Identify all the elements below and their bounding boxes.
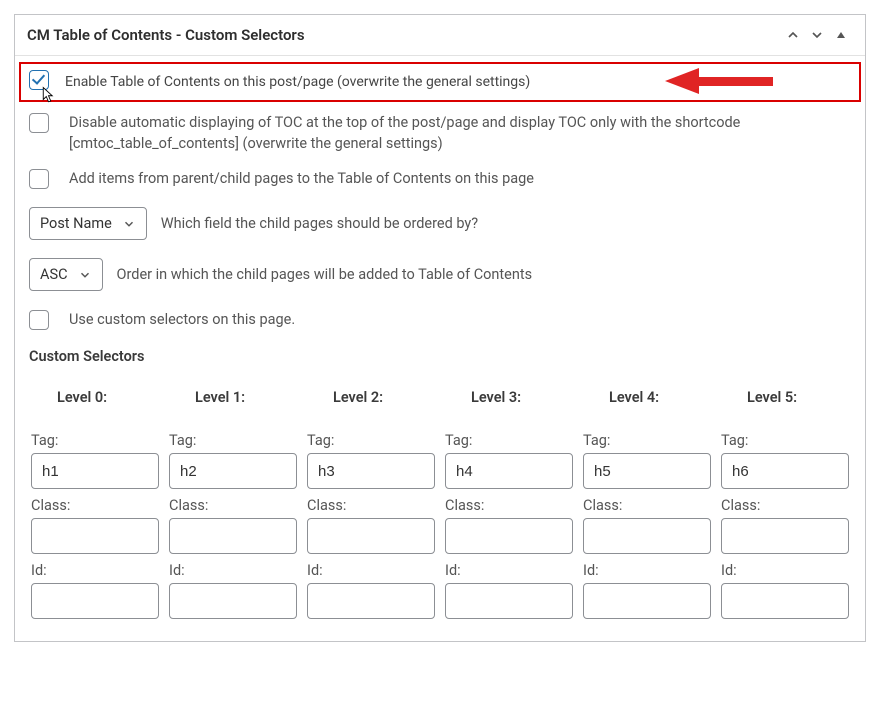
- panel-body: Enable Table of Contents on this post/pa…: [15, 56, 865, 641]
- chevron-down-icon: [78, 268, 92, 282]
- level-class-cell: Class:: [721, 489, 849, 554]
- id-label: Id:: [307, 562, 435, 579]
- class-input[interactable]: [583, 518, 711, 554]
- class-input[interactable]: [721, 518, 849, 554]
- class-label: Class:: [169, 497, 297, 514]
- disable-auto-checkbox[interactable]: [29, 113, 49, 133]
- level-id-cell: Id:: [31, 554, 159, 619]
- level-header: Level 0:: [31, 389, 159, 406]
- custom-selectors-title: Custom Selectors: [29, 348, 851, 365]
- panel-title: CM Table of Contents - Custom Selectors: [27, 26, 781, 44]
- level-tag-cell: Tag:: [583, 432, 711, 489]
- move-down-icon[interactable]: [805, 23, 829, 47]
- level-class-cell: Class:: [445, 489, 573, 554]
- collapse-icon[interactable]: [829, 23, 853, 47]
- level-class-cell: Class:: [307, 489, 435, 554]
- level-id-cell: Id:: [721, 554, 849, 619]
- id-input[interactable]: [307, 583, 435, 619]
- level-id-cell: Id:: [307, 554, 435, 619]
- level-tag-cell: Tag:: [307, 432, 435, 489]
- level-tag-cell: Tag:: [445, 432, 573, 489]
- level-class-cell: Class:: [31, 489, 159, 554]
- level-id-cell: Id:: [583, 554, 711, 619]
- tag-input[interactable]: [307, 453, 435, 489]
- panel-header: CM Table of Contents - Custom Selectors: [15, 15, 865, 56]
- annotation-arrow-icon: [665, 66, 775, 100]
- chevron-down-icon: [122, 217, 136, 231]
- tag-label: Tag:: [721, 432, 849, 449]
- level-tag-cell: Tag:: [31, 432, 159, 489]
- id-input[interactable]: [31, 583, 159, 619]
- class-label: Class:: [583, 497, 711, 514]
- level-header: Level 2:: [307, 389, 435, 406]
- level-id-cell: Id:: [169, 554, 297, 619]
- tag-label: Tag:: [445, 432, 573, 449]
- id-label: Id:: [583, 562, 711, 579]
- add-children-checkbox[interactable]: [29, 169, 49, 189]
- enable-toc-checkbox[interactable]: [29, 70, 49, 90]
- tag-label: Tag:: [31, 432, 159, 449]
- class-input[interactable]: [445, 518, 573, 554]
- id-input[interactable]: [721, 583, 849, 619]
- level-tag-cell: Tag:: [721, 432, 849, 489]
- order-direction-select[interactable]: ASC: [29, 258, 103, 291]
- class-input[interactable]: [169, 518, 297, 554]
- order-field-desc: Which field the child pages should be or…: [161, 215, 478, 232]
- add-children-label: Add items from parent/child pages to the…: [53, 168, 851, 189]
- class-input[interactable]: [307, 518, 435, 554]
- level-header: Level 1:: [169, 389, 297, 406]
- order-field-value: Post Name: [40, 215, 112, 232]
- class-label: Class:: [307, 497, 435, 514]
- class-input[interactable]: [31, 518, 159, 554]
- toc-settings-panel: CM Table of Contents - Custom Selectors …: [14, 14, 866, 642]
- level-header: Level 4:: [583, 389, 711, 406]
- level-class-cell: Class:: [169, 489, 297, 554]
- order-direction-value: ASC: [40, 266, 68, 283]
- id-input[interactable]: [169, 583, 297, 619]
- id-label: Id:: [445, 562, 573, 579]
- tag-input[interactable]: [445, 453, 573, 489]
- level-header: Level 3:: [445, 389, 573, 406]
- tag-input[interactable]: [169, 453, 297, 489]
- class-label: Class:: [31, 497, 159, 514]
- level-tag-cell: Tag:: [169, 432, 297, 489]
- tag-label: Tag:: [583, 432, 711, 449]
- level-header: Level 5:: [721, 389, 849, 406]
- id-input[interactable]: [583, 583, 711, 619]
- tag-input[interactable]: [583, 453, 711, 489]
- id-label: Id:: [31, 562, 159, 579]
- use-custom-label: Use custom selectors on this page.: [53, 309, 851, 330]
- use-custom-checkbox[interactable]: [29, 310, 49, 330]
- order-field-select[interactable]: Post Name: [29, 207, 147, 240]
- class-label: Class:: [445, 497, 573, 514]
- level-class-cell: Class:: [583, 489, 711, 554]
- levels-grid: Level 0: Level 1: Level 2: Level 3: Level 4:…: [29, 389, 851, 619]
- enable-toc-label: Enable Table of Contents on this post/pa…: [49, 74, 530, 90]
- tag-input[interactable]: [31, 453, 159, 489]
- id-label: Id:: [721, 562, 849, 579]
- tag-input[interactable]: [721, 453, 849, 489]
- id-input[interactable]: [445, 583, 573, 619]
- tag-label: Tag:: [307, 432, 435, 449]
- order-direction-desc: Order in which the child pages will be a…: [117, 266, 533, 283]
- tag-label: Tag:: [169, 432, 297, 449]
- disable-auto-label: Disable automatic displaying of TOC at t…: [53, 112, 851, 154]
- class-label: Class:: [721, 497, 849, 514]
- move-up-icon[interactable]: [781, 23, 805, 47]
- level-id-cell: Id:: [445, 554, 573, 619]
- id-label: Id:: [169, 562, 297, 579]
